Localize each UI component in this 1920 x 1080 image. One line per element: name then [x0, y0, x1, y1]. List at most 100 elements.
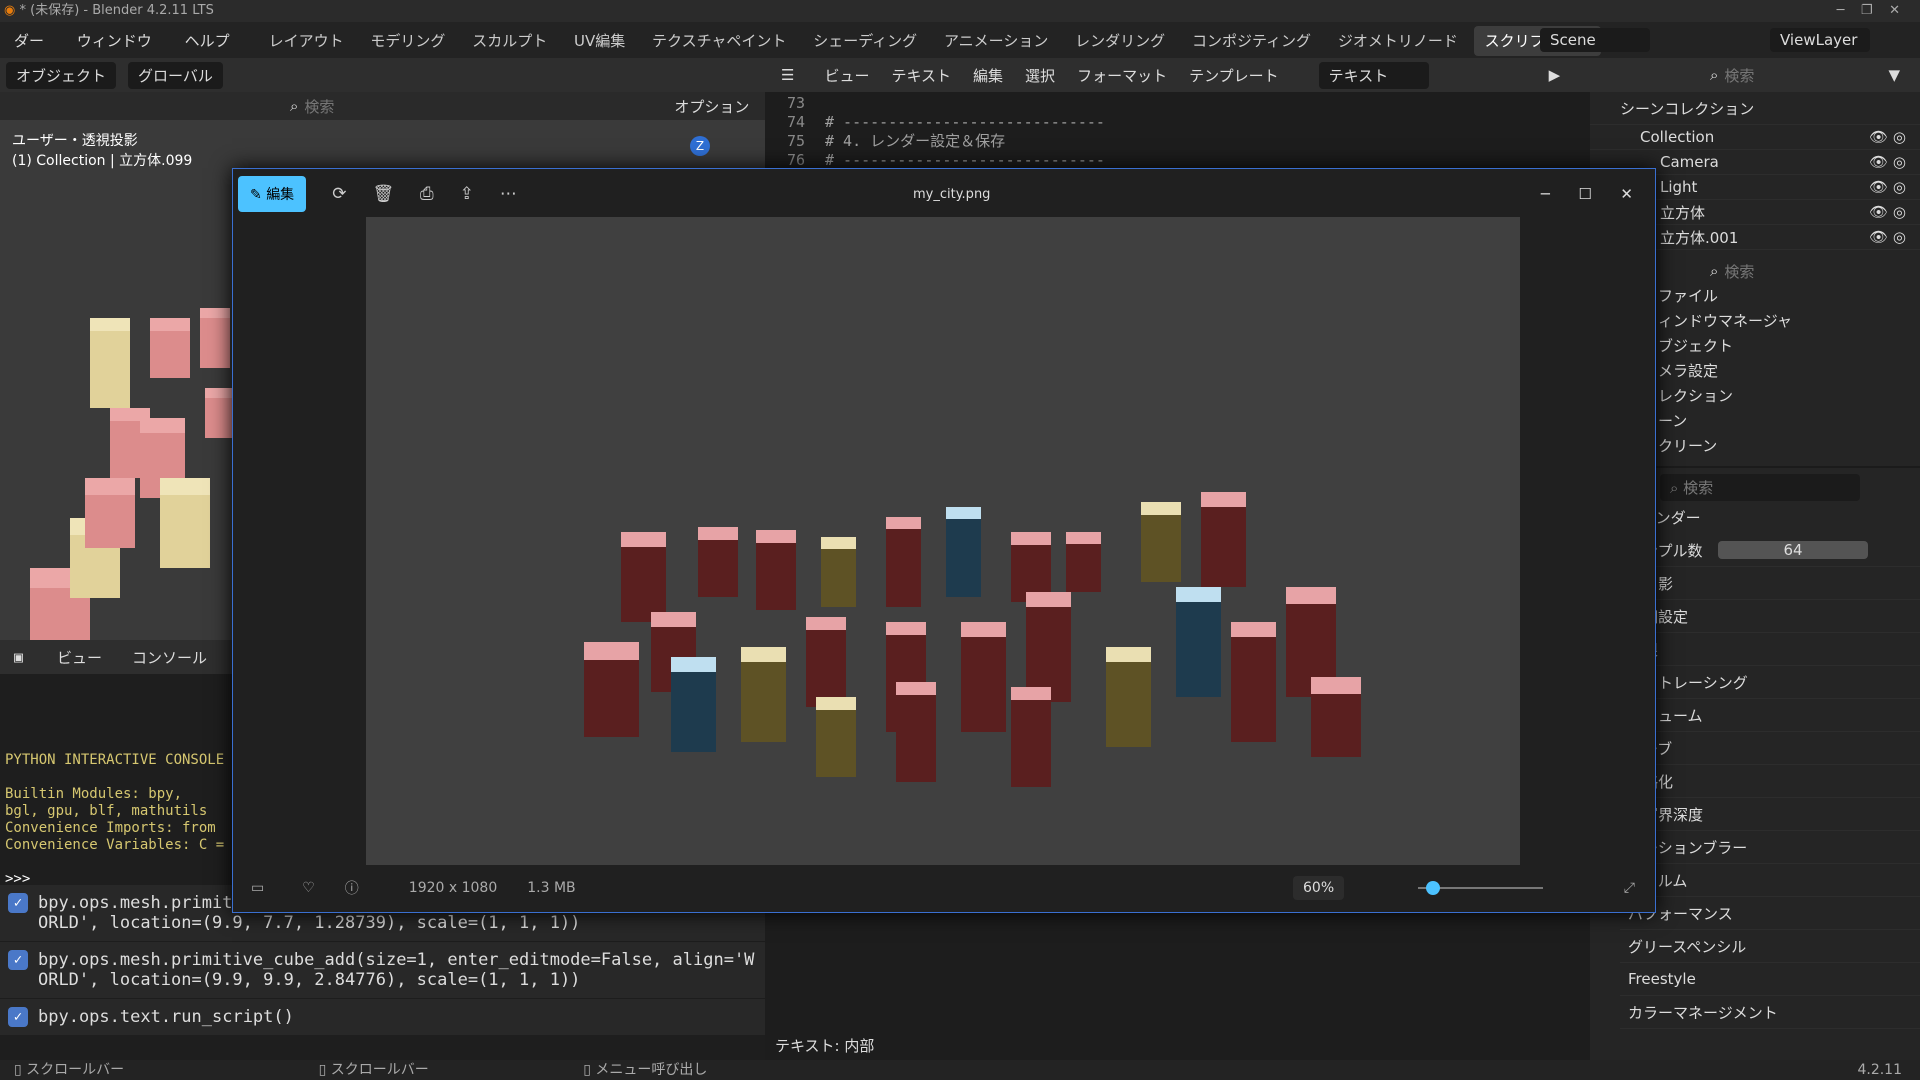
tab-texture-paint[interactable]: テクスチャペイント [641, 26, 797, 56]
eye-icon[interactable]: 👁 ◎ [1869, 153, 1906, 171]
tab-uv[interactable]: UV編集 [563, 26, 636, 56]
mode-selector[interactable]: オブジェクト [6, 61, 117, 89]
text-menu-templates[interactable]: テンプレート [1189, 65, 1279, 86]
nav-gizmo-z[interactable]: Z [690, 136, 710, 156]
samples-field[interactable]: 64 [1718, 541, 1868, 559]
console-menu-console[interactable]: コンソール [132, 647, 207, 668]
prop-performance[interactable]: パフォーマンス [1620, 897, 1920, 930]
orientation-selector[interactable]: グローバル [128, 61, 223, 89]
line-number: 75 [786, 132, 805, 150]
text-menu-view[interactable]: ビュー [824, 65, 869, 86]
eye-icon[interactable]: 👁 ◎ [1869, 203, 1906, 221]
menu-file[interactable]: ダー [14, 32, 44, 50]
photo-canvas[interactable] [366, 217, 1520, 865]
options-button[interactable]: オプション [674, 96, 749, 117]
building-block [1176, 587, 1221, 697]
zoom-slider-thumb[interactable] [1426, 881, 1440, 895]
text-menu-select[interactable]: 選択 [1025, 65, 1055, 86]
scene-selector[interactable]: Scene [1540, 28, 1650, 52]
code-line[interactable]: # 4. レンダー設定＆保存 [825, 132, 1005, 150]
prop-volumes[interactable]: ボリューム [1620, 699, 1920, 732]
prop-shadows[interactable]: ✓影 [1620, 567, 1920, 600]
delete-icon[interactable]: 🗑 [372, 184, 394, 204]
building-block [886, 517, 921, 607]
fullscreen-icon[interactable]: ⤢ [1624, 880, 1635, 896]
viewlayer-selector[interactable]: ViewLayer [1770, 28, 1870, 52]
datablocks-search[interactable]: 検索 [1724, 261, 1754, 282]
prop-film[interactable]: フィルム [1620, 864, 1920, 897]
outliner-item-label: 立方体 [1660, 203, 1706, 222]
text-editor-type-icon[interactable]: ☰ [781, 66, 794, 84]
menu-window[interactable]: ウィンドウ [77, 32, 152, 50]
code-line[interactable]: # ----------------------------- [825, 113, 1105, 131]
filter-icon[interactable]: ▼ [1888, 66, 1900, 84]
datablock-item[interactable]: クリーン [1658, 434, 1920, 459]
prop-advanced[interactable]: 詳細設定 [1620, 600, 1920, 633]
prop-color-management[interactable]: カラーマネージメント [1620, 996, 1920, 1029]
code-line[interactable]: # ----------------------------- [825, 151, 1105, 169]
outliner-item-collection[interactable]: Collection 👁 ◎ [1590, 125, 1920, 150]
more-icon[interactable]: ⋯ [500, 184, 517, 204]
tab-sculpt[interactable]: スカルプト [461, 26, 558, 56]
eye-icon[interactable]: 👁 ◎ [1869, 178, 1906, 196]
tab-geometry-nodes[interactable]: ジオメトリノード [1327, 26, 1469, 56]
photos-toolbar: ✎ 編集 ⟳ 🗑 ⎙ ⇪ ⋯ my_city.png ─ ☐ ✕ [233, 169, 1655, 219]
tab-shading[interactable]: シェーディング [802, 26, 928, 56]
share-icon[interactable]: ⇪ [460, 184, 474, 204]
tab-rendering[interactable]: レンダリング [1064, 26, 1176, 56]
menu-help[interactable]: ヘルプ [185, 32, 230, 50]
text-menu-format[interactable]: フォーマット [1077, 65, 1167, 86]
prop-dof[interactable]: 被写界深度 [1620, 798, 1920, 831]
eye-icon[interactable]: 👁 ◎ [1869, 128, 1906, 146]
viewport-search[interactable]: 検索 [304, 96, 464, 117]
prop-grease-pencil[interactable]: グリースペンシル [1620, 930, 1920, 963]
prop-motion-blur[interactable]: モーションブラー [1620, 831, 1920, 864]
window-controls[interactable]: ─ ☐ ✕ [1541, 185, 1633, 203]
zoom-value[interactable]: 60% [1293, 876, 1345, 900]
zoom-slider[interactable] [1418, 881, 1543, 895]
prop-label: カラーマネージメント [1628, 1003, 1778, 1022]
tab-modeling[interactable]: モデリング [359, 26, 456, 56]
tab-layout[interactable]: レイアウト [258, 26, 355, 56]
prop-label: 影 [1658, 574, 1674, 593]
datablock-item[interactable]: レクション [1658, 384, 1920, 409]
console-editor-type-icon[interactable]: ▣ [14, 648, 23, 666]
text-menu-edit[interactable]: 編集 [973, 65, 1003, 86]
text-menu-text[interactable]: テキスト [891, 65, 951, 86]
tab-compositing[interactable]: コンポジティング [1181, 26, 1322, 56]
edit-button[interactable]: ✎ 編集 [238, 176, 307, 212]
datablock-item[interactable]: ブジェクト [1658, 334, 1920, 359]
section-render[interactable]: ⌄ レンダー [1620, 501, 1920, 534]
prop-simplify[interactable]: 簡略化 [1620, 765, 1920, 798]
prop-raytracing[interactable]: レイトレーシング [1620, 666, 1920, 699]
properties-search[interactable]: ⌕ 検索 [1660, 474, 1860, 501]
filmstrip-icon[interactable]: ▭ [251, 880, 264, 896]
text-datablock-name[interactable]: テキスト [1318, 61, 1429, 89]
code-area[interactable]: 73 74 # ----------------------------- 75 #… [765, 92, 1590, 170]
datablock-item[interactable]: ファイル [1658, 284, 1920, 309]
prop-freestyle[interactable]: Freestyle [1620, 963, 1920, 996]
building-block [1141, 502, 1181, 582]
favorite-icon[interactable]: ♡ [302, 880, 315, 896]
info-icon[interactable]: ⓘ [345, 878, 359, 898]
building-block [698, 527, 738, 597]
datablock-item[interactable]: ィンドウマネージャ [1658, 309, 1920, 334]
building-block [205, 388, 235, 438]
eye-icon[interactable]: 👁 ◎ [1869, 228, 1906, 246]
run-script-button[interactable]: ▶ [1549, 66, 1561, 84]
window-controls[interactable]: ─ ❐ ✕ [1837, 0, 1900, 22]
outliner-search[interactable]: 検索 [1724, 65, 1754, 86]
datablock-item[interactable]: メラ設定 [1658, 359, 1920, 384]
scene-collection-row[interactable]: シーンコレクション [1590, 92, 1920, 125]
log-entry[interactable]: bpy.ops.text.run_script() [38, 1007, 294, 1027]
tab-animation[interactable]: アニメーション [933, 26, 1059, 56]
console-menu-view[interactable]: ビュー [57, 647, 102, 668]
photos-window[interactable]: ✎ 編集 ⟳ 🗑 ⎙ ⇪ ⋯ my_city.png ─ ☐ ✕ ▭ ♡ ⓘ 1… [232, 168, 1656, 913]
print-icon[interactable]: ⎙ [420, 184, 434, 204]
datablock-item[interactable]: ーン [1658, 409, 1920, 434]
log-entry[interactable]: bpy.ops.mesh.primitive_cube_add(size=1, … [38, 950, 757, 990]
prop-curves[interactable]: カーブ [1620, 732, 1920, 765]
prop-limits[interactable]: 制限 [1620, 633, 1920, 666]
building-block [1201, 492, 1246, 587]
rotate-icon[interactable]: ⟳ [332, 184, 346, 204]
